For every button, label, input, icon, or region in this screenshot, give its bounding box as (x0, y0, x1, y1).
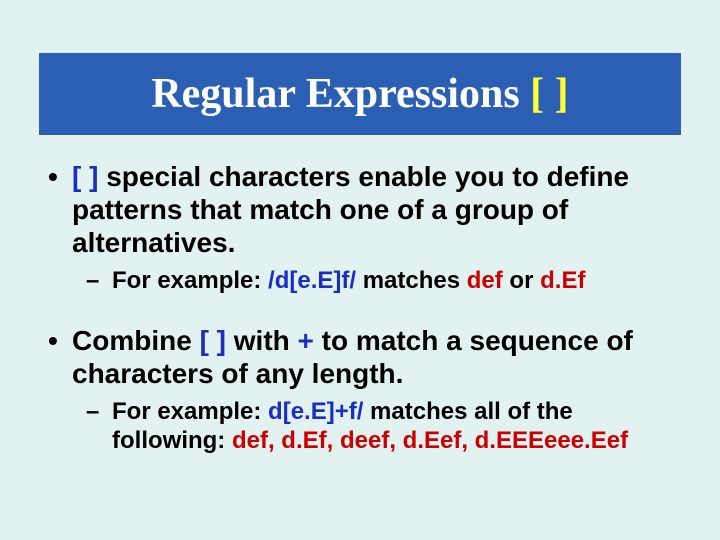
bullet-2-sub-list: For example: d[e.E]+f/ matches all of th… (72, 398, 690, 456)
title-main: Regular Expressions (151, 71, 530, 117)
bullet-2: Combine [ ] with + to match a sequence o… (40, 324, 690, 456)
title-band: Regular Expressions [ ] (39, 53, 681, 135)
bullet-1-sub-pattern: /d[e.E]f/ (268, 267, 356, 294)
bullet-1-text: special characters enable you to define … (72, 161, 629, 258)
bullet-2-sub-pattern: d[e.E]+f/ (268, 398, 363, 425)
bullet-2-sub-prefix: For example: (112, 398, 268, 425)
bullet-2-sub: For example: d[e.E]+f/ matches all of th… (72, 398, 690, 456)
bullet-1-sub: For example: /d[e.E]f/ matches def or d.… (72, 267, 690, 296)
bullet-1-sub-mid: matches (356, 267, 467, 294)
slide: Regular Expressions [ ] [ ] special char… (0, 0, 720, 540)
bullet-1-sub-result-1: def (467, 267, 503, 294)
bullet-1-sub-prefix: For example: (112, 267, 268, 294)
bullet-2-plus: + (298, 325, 314, 356)
bullet-2-sub-results: def, d.Ef, deef, d.Eef, d.EEEeee.Eef (232, 427, 628, 454)
bullet-1-sub-or: or (503, 267, 540, 294)
slide-title: Regular Expressions [ ] (151, 70, 568, 118)
bullet-1: [ ] special characters enable you to def… (40, 160, 690, 296)
bullet-2-t2: with (226, 325, 298, 356)
bullet-2-t1: Combine (72, 325, 200, 356)
slide-body: [ ] special characters enable you to def… (40, 160, 690, 474)
title-brackets: [ ] (530, 71, 568, 117)
bullet-2-bracket: [ ] (200, 325, 226, 356)
bullet-list: [ ] special characters enable you to def… (40, 160, 690, 456)
bullet-1-bracket: [ ] (72, 161, 98, 192)
bullet-1-sub-result-2: d.Ef (540, 267, 585, 294)
bullet-1-sub-list: For example: /d[e.E]f/ matches def or d.… (72, 267, 690, 296)
